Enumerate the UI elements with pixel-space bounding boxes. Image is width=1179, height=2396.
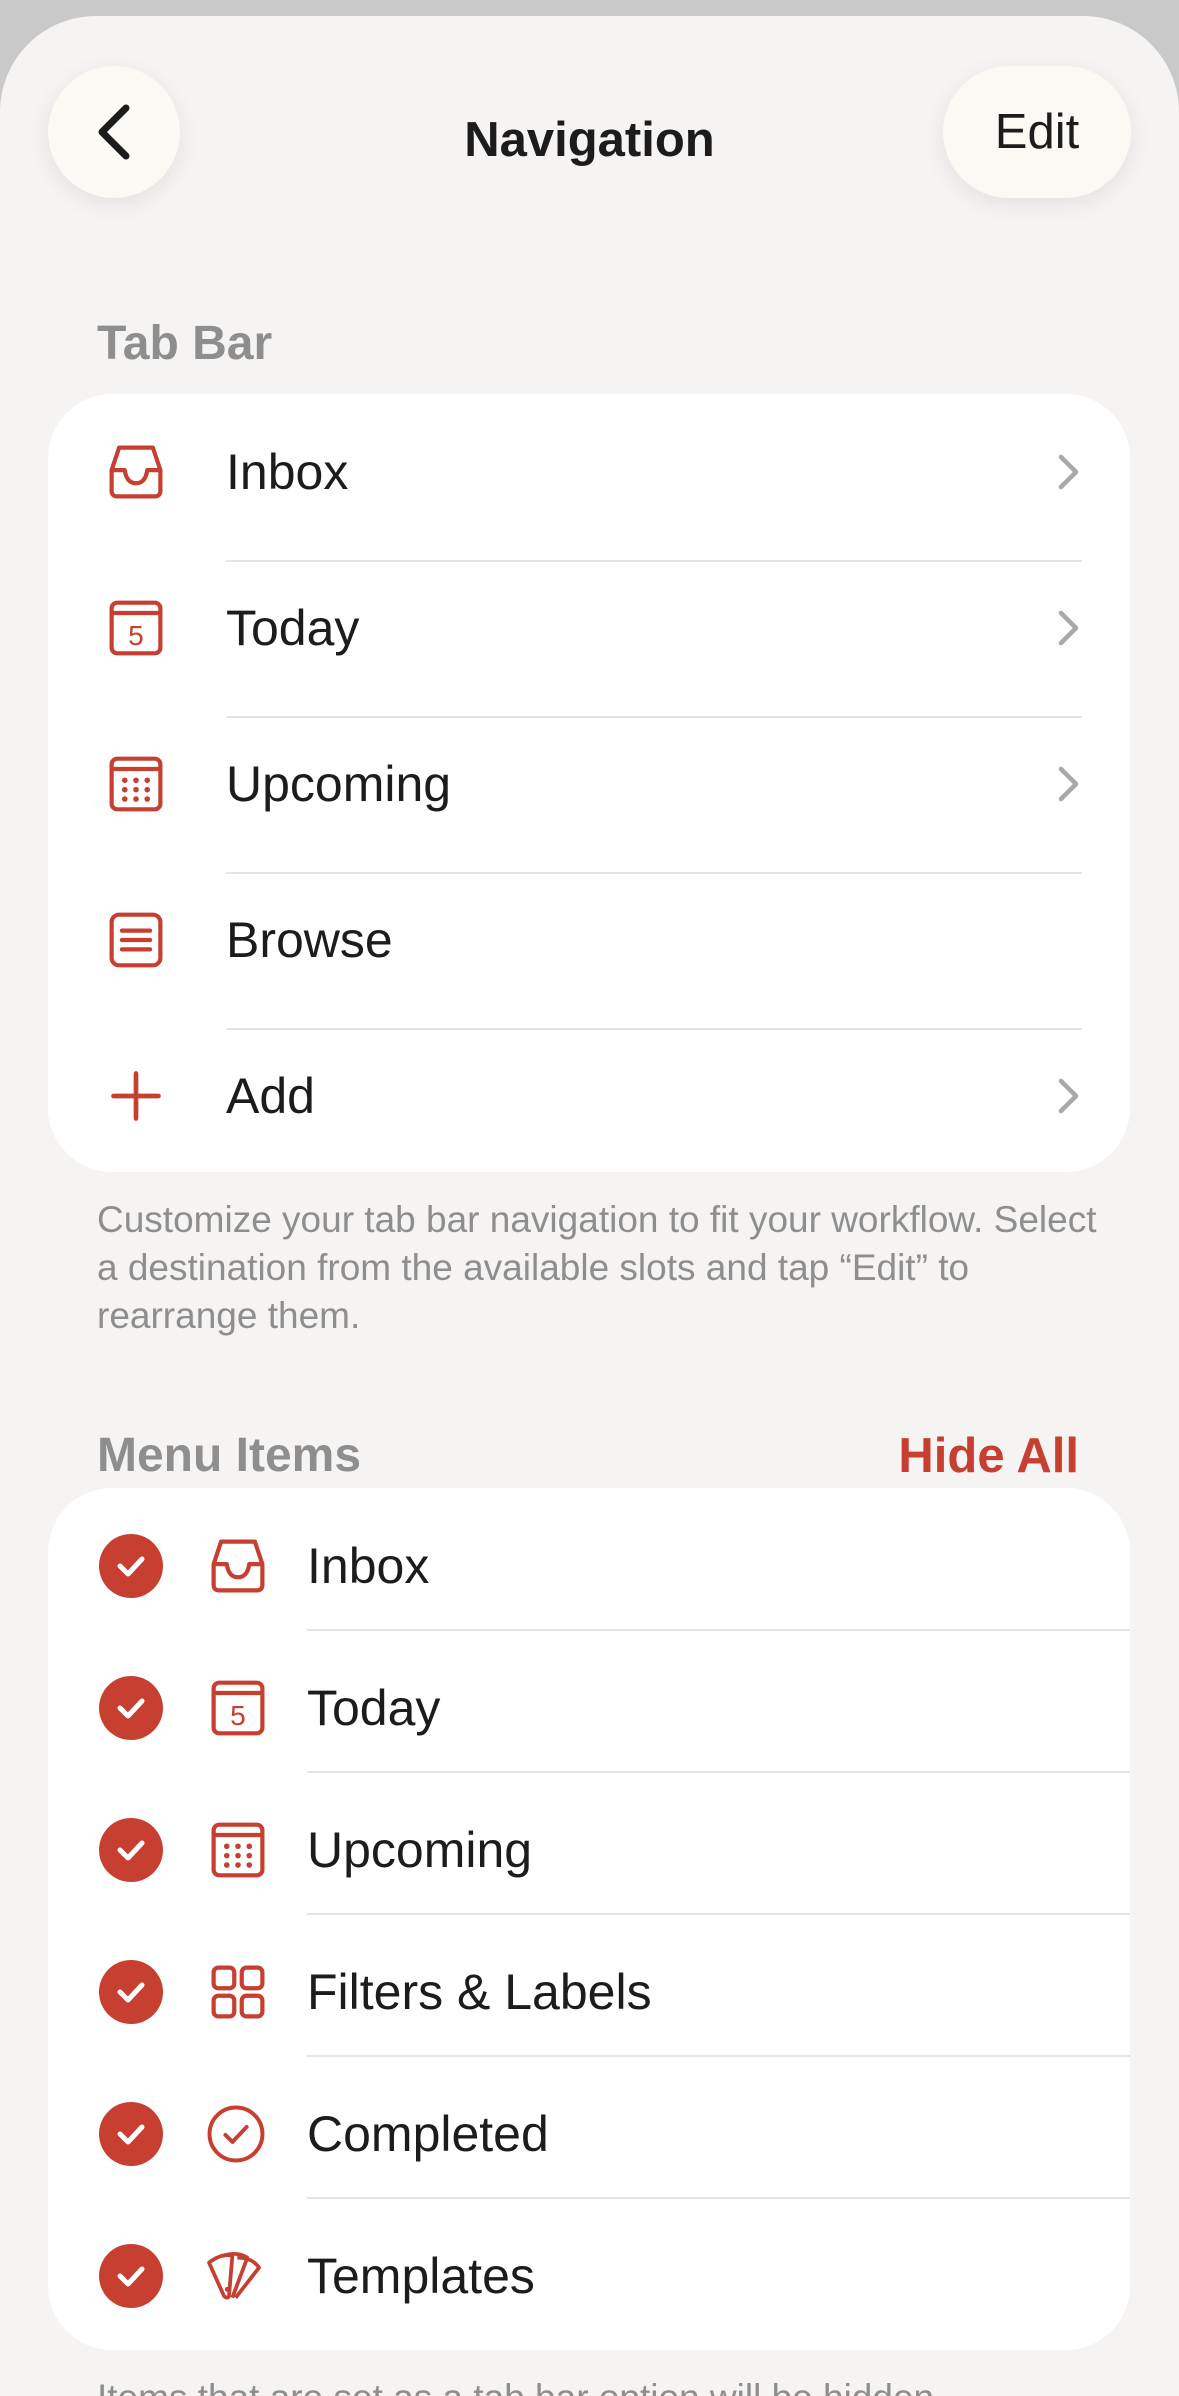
tab-bar-item-label: Browse bbox=[226, 912, 393, 968]
tab-bar-section-title: Tab Bar bbox=[97, 317, 273, 370]
menu-item-label: Upcoming bbox=[307, 1822, 533, 1878]
menu-item-upcoming[interactable]: Upcoming bbox=[48, 1772, 1130, 1928]
calendar-date-number: 5 bbox=[230, 1700, 246, 1731]
hide-all-button[interactable]: Hide All bbox=[898, 1428, 1079, 1484]
tab-bar-item-label: Today bbox=[226, 600, 360, 656]
menu-item-label: Completed bbox=[307, 2106, 549, 2162]
list-icon bbox=[106, 910, 166, 970]
menu-item-label: Filters & Labels bbox=[307, 1964, 652, 2020]
menu-item-inbox[interactable]: Inbox bbox=[48, 1488, 1130, 1644]
checkmark-toggle-icon[interactable] bbox=[99, 1960, 163, 2024]
tab-bar-item-label: Upcoming bbox=[226, 756, 452, 812]
tab-bar-item-add[interactable]: Add bbox=[48, 1018, 1130, 1172]
edit-button[interactable]: Edit bbox=[943, 66, 1131, 198]
templates-icon bbox=[204, 2246, 264, 2306]
checkmark-toggle-icon[interactable] bbox=[99, 1676, 163, 1740]
tab-bar-item-inbox[interactable]: Inbox bbox=[48, 394, 1130, 550]
menu-item-filters-labels[interactable]: Filters & Labels bbox=[48, 1914, 1130, 2070]
navigation-bar: Navigation Edit bbox=[0, 16, 1179, 246]
checkmark-toggle-icon[interactable] bbox=[99, 1534, 163, 1598]
plus-icon bbox=[106, 1066, 166, 1126]
menu-items-card: Inbox 5 Today Upcoming Filters & Labels … bbox=[48, 1488, 1130, 2350]
menu-items-footnote: Items that are set as a tab bar option w… bbox=[97, 2374, 1097, 2396]
navigation-settings-sheet: Navigation Edit Tab Bar Inbox 5 Today Up… bbox=[0, 16, 1179, 2396]
tab-bar-footnote: Customize your tab bar navigation to fit… bbox=[97, 1199, 1097, 1336]
inbox-icon bbox=[208, 1536, 268, 1596]
chevron-right-icon bbox=[1058, 1078, 1079, 1114]
chevron-right-icon bbox=[1058, 610, 1079, 646]
menu-items-section-title: Menu Items bbox=[97, 1429, 362, 1482]
checkmark-toggle-icon[interactable] bbox=[99, 1818, 163, 1882]
tab-bar-item-browse[interactable]: Browse bbox=[48, 862, 1130, 1018]
tab-bar-item-upcoming[interactable]: Upcoming bbox=[48, 706, 1130, 862]
tab-bar-item-label: Add bbox=[226, 1068, 315, 1124]
calendar-today-icon: 5 bbox=[208, 1678, 268, 1738]
calendar-today-icon: 5 bbox=[106, 598, 166, 658]
chevron-right-icon bbox=[1058, 454, 1079, 490]
inbox-icon bbox=[106, 442, 166, 502]
calendar-grid-icon bbox=[106, 754, 166, 814]
menu-item-label: Templates bbox=[307, 2248, 535, 2304]
calendar-grid-icon bbox=[208, 1820, 268, 1880]
tab-bar-item-label: Inbox bbox=[226, 444, 349, 500]
checkmark-toggle-icon[interactable] bbox=[99, 2102, 163, 2166]
menu-item-today[interactable]: 5 Today bbox=[48, 1630, 1130, 1786]
menu-item-completed[interactable]: Completed bbox=[48, 2056, 1130, 2212]
grid-four-icon bbox=[208, 1962, 268, 2022]
menu-item-label: Inbox bbox=[307, 1538, 430, 1594]
menu-item-label: Today bbox=[307, 1680, 441, 1736]
checkmark-toggle-icon[interactable] bbox=[99, 2244, 163, 2308]
calendar-date-number: 5 bbox=[128, 620, 144, 651]
check-circle-icon bbox=[206, 2104, 266, 2164]
tab-bar-card: Inbox 5 Today Upcoming Browse Add bbox=[48, 394, 1130, 1172]
chevron-right-icon bbox=[1058, 766, 1079, 802]
menu-item-templates[interactable]: Templates bbox=[48, 2198, 1130, 2350]
tab-bar-item-today[interactable]: 5 Today bbox=[48, 550, 1130, 706]
